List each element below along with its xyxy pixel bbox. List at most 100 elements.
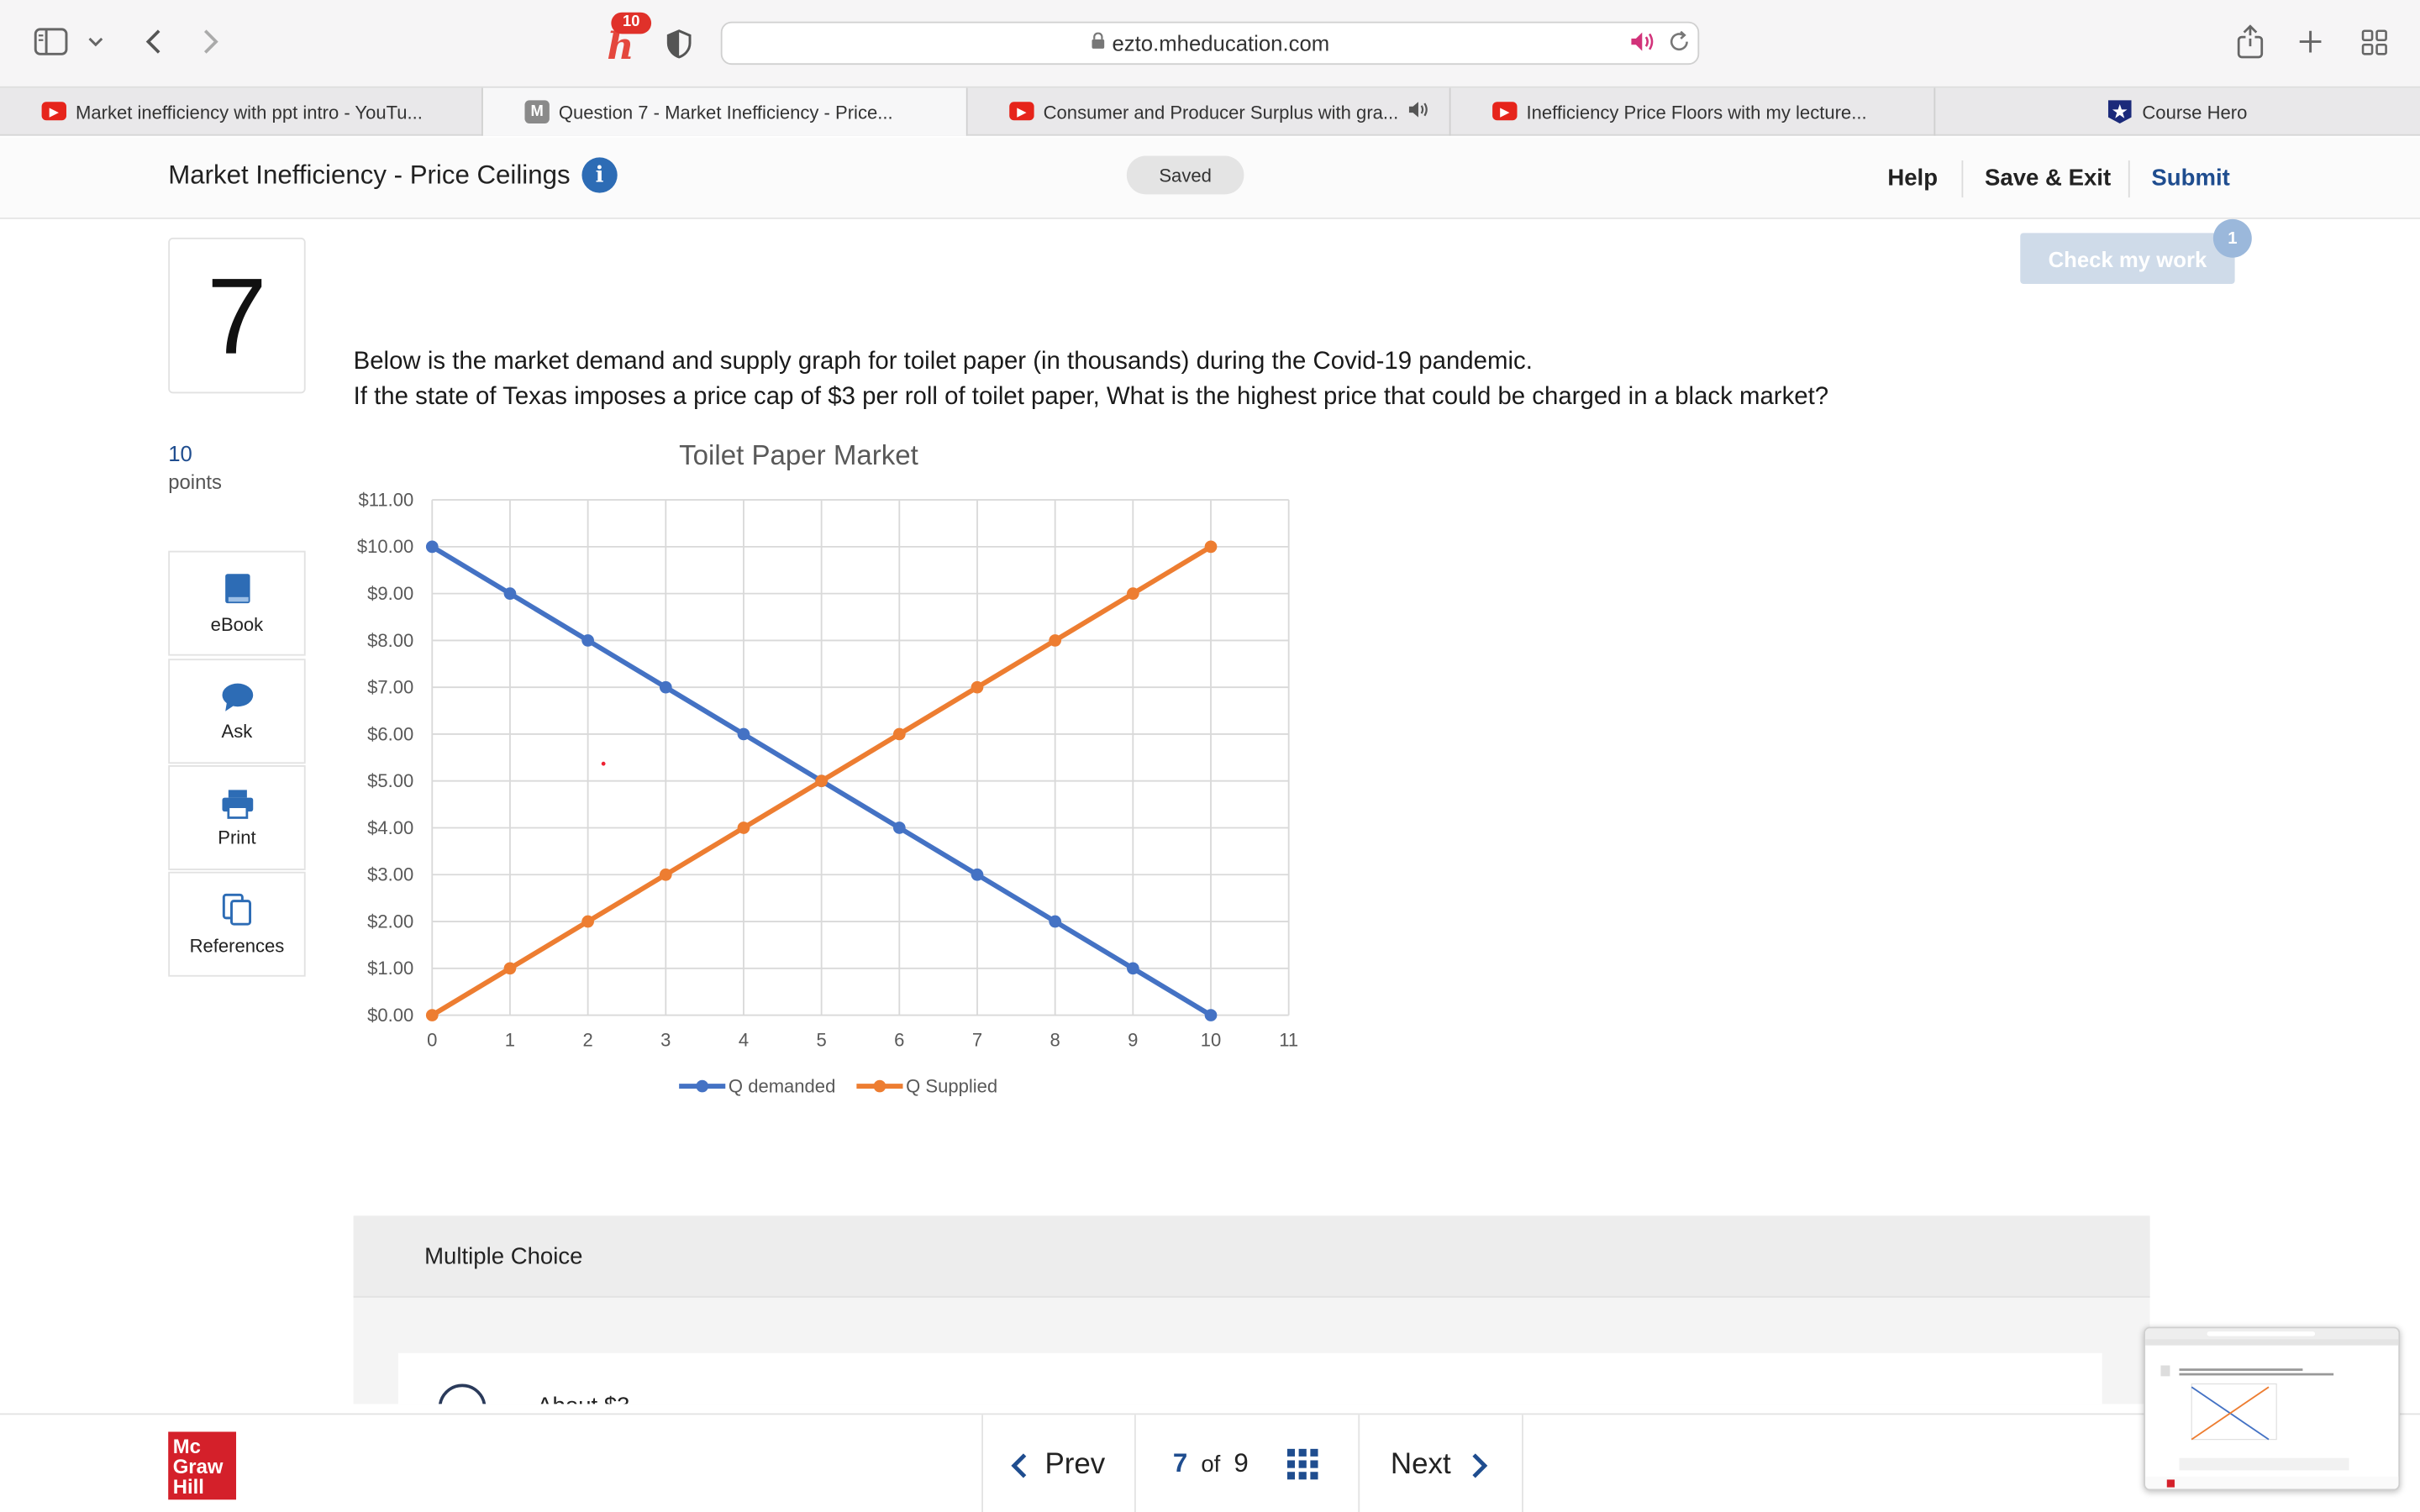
- next-button[interactable]: Next: [1391, 1449, 1488, 1483]
- footer-navigation: Mc Graw Hill Prev 7 of 9 Next: [0, 1413, 2420, 1512]
- x-tick-label: 3: [660, 1029, 671, 1050]
- back-icon[interactable]: [139, 26, 166, 57]
- series-point-1: [1204, 540, 1218, 554]
- print-button[interactable]: Print: [168, 765, 306, 870]
- series-point-1: [425, 1009, 439, 1021]
- divider: [1961, 160, 1964, 198]
- y-tick-label: $4.00: [367, 817, 413, 838]
- browser-toolbar: h 10 ezto.mheducation.com: [0, 0, 2420, 88]
- divider: [2128, 160, 2130, 198]
- app-root: h 10 ezto.mheducation.com ▶ Market ineff…: [0, 0, 2420, 1512]
- tab-label: Course Hero: [2142, 101, 2248, 123]
- thumbnail-preview-image: [2145, 1328, 2399, 1489]
- multiple-choice-header: Multiple Choice: [353, 1215, 2150, 1298]
- info-icon[interactable]: i: [581, 157, 618, 193]
- url-text: ezto.mheducation.com: [1112, 30, 1330, 56]
- current-question: 7: [1172, 1448, 1188, 1478]
- y-tick-label: $11.00: [358, 489, 413, 510]
- x-tick-label: 9: [1128, 1029, 1138, 1050]
- chevron-down-icon[interactable]: [87, 31, 105, 53]
- honey-badge: 10: [611, 12, 652, 34]
- x-tick-label: 7: [972, 1029, 982, 1050]
- x-tick-label: 1: [505, 1029, 515, 1050]
- series-point-1: [503, 962, 517, 975]
- speaker-icon[interactable]: [1628, 29, 1656, 54]
- references-button[interactable]: References: [168, 871, 306, 977]
- series-point-0: [503, 587, 517, 600]
- y-tick-label: $7.00: [367, 677, 413, 698]
- question-grid-icon[interactable]: [1286, 1448, 1318, 1480]
- check-my-work-button[interactable]: Check my work: [2020, 233, 2235, 284]
- chart-title: Toilet Paper Market: [679, 440, 918, 471]
- help-link[interactable]: Help: [1887, 165, 1938, 192]
- mcgraw-hill-logo: Mc Graw Hill: [168, 1431, 237, 1500]
- x-tick-label: 0: [427, 1029, 437, 1050]
- sidebar-toggle-icon[interactable]: [34, 26, 68, 57]
- series-point-1: [581, 915, 594, 928]
- series-point-1: [659, 868, 672, 881]
- radio-button[interactable]: [438, 1383, 487, 1404]
- speaker-icon[interactable]: [1407, 100, 1431, 123]
- mcgraw-m-icon: M: [524, 100, 550, 123]
- reload-icon[interactable]: [1665, 28, 1693, 55]
- prev-label: Prev: [1044, 1448, 1106, 1482]
- series-point-0: [659, 680, 672, 694]
- tab-bar: ▶ Market inefficiency with ppt intro - Y…: [0, 87, 2420, 136]
- x-tick-label: 2: [582, 1029, 592, 1050]
- question-text-line-1: Below is the market demand and supply gr…: [353, 349, 1533, 375]
- chat-bubble-icon: [221, 682, 253, 711]
- stray-red-dot: [601, 761, 606, 766]
- legend-label: Q Supplied: [906, 1075, 997, 1096]
- address-bar[interactable]: ezto.mheducation.com: [720, 21, 1700, 66]
- of-label: of: [1201, 1452, 1221, 1478]
- x-tick-label: 8: [1050, 1029, 1060, 1050]
- submit-link[interactable]: Submit: [2151, 165, 2229, 192]
- tab-youtube-consumer-producer-surplus[interactable]: ▶ Consumer and Producer Surplus with gra…: [968, 87, 1451, 136]
- multiple-choice-panel: Multiple Choice About $3: [353, 1215, 2150, 1404]
- save-exit-link[interactable]: Save & Exit: [1985, 165, 2111, 192]
- chevron-left-icon: [1011, 1453, 1027, 1478]
- ebook-label: eBook: [210, 613, 264, 635]
- x-tick-label: 6: [894, 1029, 904, 1050]
- y-tick-label: $0.00: [367, 1005, 413, 1026]
- x-tick-label: 5: [817, 1029, 827, 1050]
- y-tick-label: $6.00: [367, 723, 413, 744]
- prev-button[interactable]: Prev: [1011, 1449, 1105, 1483]
- y-tick-label: $3.00: [367, 864, 413, 885]
- toilet-paper-market-chart: Toilet Paper Market $0.00 $1.00 $2.00 $3.00 $…: [357, 440, 1298, 1097]
- question-number: 7: [168, 237, 306, 394]
- youtube-icon: ▶: [1492, 102, 1518, 121]
- tab-label: Question 7 - Market Inefficiency - Price…: [558, 101, 893, 123]
- ask-button[interactable]: Ask: [168, 659, 306, 764]
- tab-youtube-price-floors[interactable]: ▶ Inefficiency Price Floors with my lect…: [1451, 87, 1936, 136]
- new-tab-icon[interactable]: [2296, 28, 2324, 55]
- y-tick-label: $10.00: [357, 536, 413, 557]
- x-tick-label: 10: [1201, 1029, 1222, 1050]
- tab-overview-icon[interactable]: [2360, 28, 2387, 55]
- screenshot-thumbnail[interactable]: [2144, 1326, 2401, 1491]
- share-icon[interactable]: [2235, 24, 2266, 60]
- total-questions: 9: [1234, 1448, 1249, 1478]
- divider: [981, 1415, 983, 1512]
- tab-label: Consumer and Producer Surplus with gra..…: [1043, 101, 1399, 123]
- forward-icon[interactable]: [197, 26, 225, 57]
- check-attempts-badge: 1: [2212, 218, 2252, 258]
- series-point-0: [971, 868, 984, 881]
- legend-swatch-marker: [873, 1079, 886, 1093]
- series-point-0: [1126, 962, 1139, 975]
- logo-line: Hill: [172, 1474, 204, 1499]
- divider: [1522, 1415, 1523, 1512]
- series-point-1: [815, 774, 828, 788]
- tab-question-7[interactable]: M Question 7 - Market Inefficiency - Pri…: [482, 87, 968, 136]
- chevron-right-icon: [1472, 1453, 1488, 1478]
- ebook-button[interactable]: eBook: [168, 550, 306, 656]
- answer-option-label: About $3: [537, 1394, 629, 1404]
- tab-youtube-market-inefficiency[interactable]: ▶ Market inefficiency with ppt intro - Y…: [0, 87, 483, 136]
- series-point-0: [737, 727, 750, 741]
- print-label: Print: [218, 826, 256, 848]
- divider: [1358, 1415, 1360, 1512]
- privacy-shield-icon[interactable]: [666, 26, 693, 60]
- answer-option-1[interactable]: About $3: [397, 1352, 2102, 1404]
- printer-icon: [221, 789, 253, 818]
- tab-course-hero[interactable]: Course Hero: [1935, 88, 2420, 136]
